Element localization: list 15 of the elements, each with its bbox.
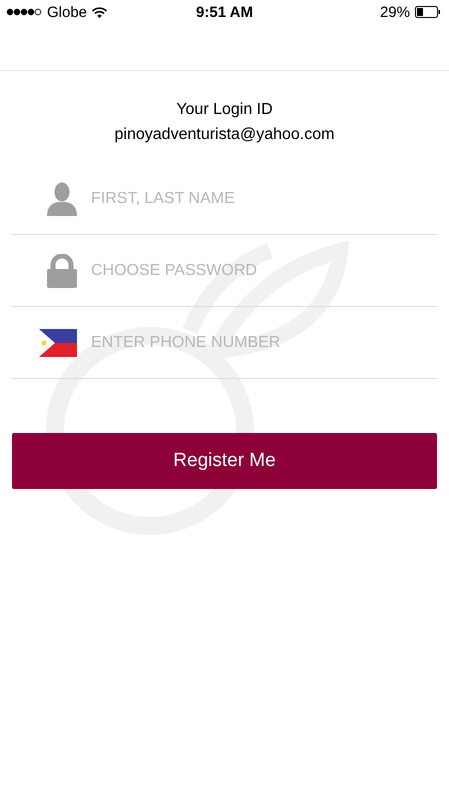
signal-icon	[6, 8, 42, 16]
wifi-icon	[92, 6, 108, 18]
login-id-label: Your Login ID	[175, 100, 274, 120]
text-field[interactable]: FIRST, LAST NAME	[91, 186, 438, 212]
battery-icon	[415, 6, 441, 18]
lock-icon	[47, 254, 77, 288]
philippine-flag-icon	[39, 328, 77, 356]
login-email: pinoyadventurista@yahoo.com	[114, 125, 336, 145]
register-button[interactable]: Register Me	[12, 433, 437, 489]
text-field[interactable]: CHOOSE PASSWORD	[91, 258, 438, 284]
person-icon	[47, 182, 77, 216]
battery-percent: 29%	[380, 4, 410, 20]
carrier-name: Globe	[47, 4, 88, 20]
status-time: 9:51 AM	[196, 4, 253, 20]
text-field[interactable]: ENTER PHONE NUMBER	[91, 330, 438, 356]
